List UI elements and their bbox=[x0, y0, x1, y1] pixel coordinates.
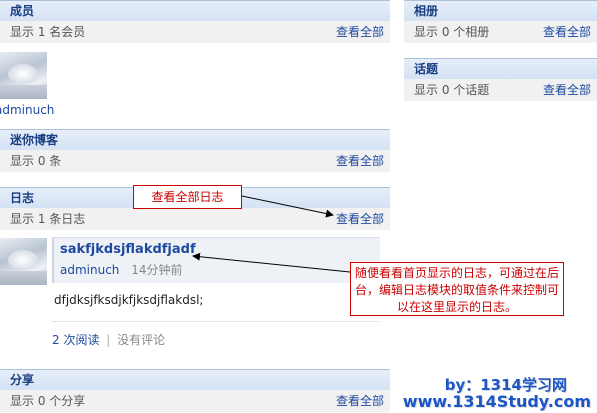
diary-entry-title[interactable]: sakfjkdsjflakdfjadf bbox=[60, 242, 372, 257]
diary-view-all-link[interactable]: 查看全部 bbox=[336, 208, 384, 230]
members-section: 成员 显示 1 名会员 查看全部 bbox=[0, 0, 390, 43]
miniblog-count: 显示 0 条 bbox=[10, 154, 62, 168]
members-count: 显示 1 名会员 bbox=[10, 25, 86, 39]
diary-entry-footer: 2 次阅读 | 没有评论 bbox=[52, 322, 380, 348]
share-header: 分享 bbox=[0, 369, 390, 390]
diary-entry-reads[interactable]: 2 次阅读 bbox=[52, 333, 99, 347]
member-name-link[interactable]: adminuch bbox=[0, 103, 54, 117]
album-header: 相册 bbox=[404, 0, 597, 21]
share-subbar: 显示 0 个分享 查看全部 bbox=[0, 390, 390, 412]
miniblog-subbar: 显示 0 条 查看全部 bbox=[0, 150, 390, 172]
miniblog-header: 迷你博客 bbox=[0, 129, 390, 150]
album-view-all-link[interactable]: 查看全部 bbox=[543, 21, 591, 43]
album-subbar: 显示 0 个相册 查看全部 bbox=[404, 21, 597, 43]
diary-count: 显示 1 条日志 bbox=[10, 212, 86, 226]
share-view-all-link[interactable]: 查看全部 bbox=[336, 390, 384, 412]
album-section: 相册 显示 0 个相册 查看全部 bbox=[404, 0, 597, 43]
diary-entry-author[interactable]: adminuch bbox=[60, 263, 119, 277]
diary-entry-header: sakfjkdsjflakdfjadf adminuch 14分钟前 bbox=[52, 238, 380, 283]
miniblog-section: 迷你博客 显示 0 条 查看全部 bbox=[0, 129, 390, 172]
topic-subbar: 显示 0 个话题 查看全部 bbox=[404, 79, 597, 101]
topic-section: 话题 显示 0 个话题 查看全部 bbox=[404, 58, 597, 101]
members-header: 成员 bbox=[0, 0, 390, 21]
diary-author-avatar[interactable] bbox=[0, 238, 47, 285]
diary-entry-time: 14分钟前 bbox=[131, 263, 183, 277]
member-avatar[interactable] bbox=[0, 52, 47, 99]
miniblog-view-all-link[interactable]: 查看全部 bbox=[336, 150, 384, 172]
diary-entry-comments: 没有评论 bbox=[117, 333, 166, 347]
members-subbar: 显示 1 名会员 查看全部 bbox=[0, 21, 390, 43]
callout-view-all-diary: 查看全部日志 bbox=[133, 185, 242, 209]
callout-home-diary-note: 随便看看首页显示的日志，可通过在后台，编辑日志模块的取值条件来控制可以在这里显示… bbox=[350, 262, 564, 316]
diary-subbar: 显示 1 条日志 查看全部 bbox=[0, 208, 390, 230]
watermark-line2: www.1314Study.com bbox=[402, 392, 591, 411]
topic-header: 话题 bbox=[404, 58, 597, 79]
share-count: 显示 0 个分享 bbox=[10, 394, 86, 408]
diary-entry-meta: adminuch 14分钟前 bbox=[60, 261, 372, 278]
topic-count: 显示 0 个话题 bbox=[414, 83, 490, 97]
diary-entry-body: dfjdksjfksdjkfjksdjflakdsl; bbox=[54, 293, 204, 307]
album-count: 显示 0 个相册 bbox=[414, 25, 490, 39]
topic-view-all-link[interactable]: 查看全部 bbox=[543, 79, 591, 101]
share-section: 分享 显示 0 个分享 查看全部 bbox=[0, 369, 390, 412]
diary-entry-card: sakfjkdsjflakdfjadf adminuch 14分钟前 dfjdk… bbox=[52, 237, 380, 348]
diary-entry-footer-separator: | bbox=[106, 333, 111, 347]
members-view-all-link[interactable]: 查看全部 bbox=[336, 21, 384, 43]
